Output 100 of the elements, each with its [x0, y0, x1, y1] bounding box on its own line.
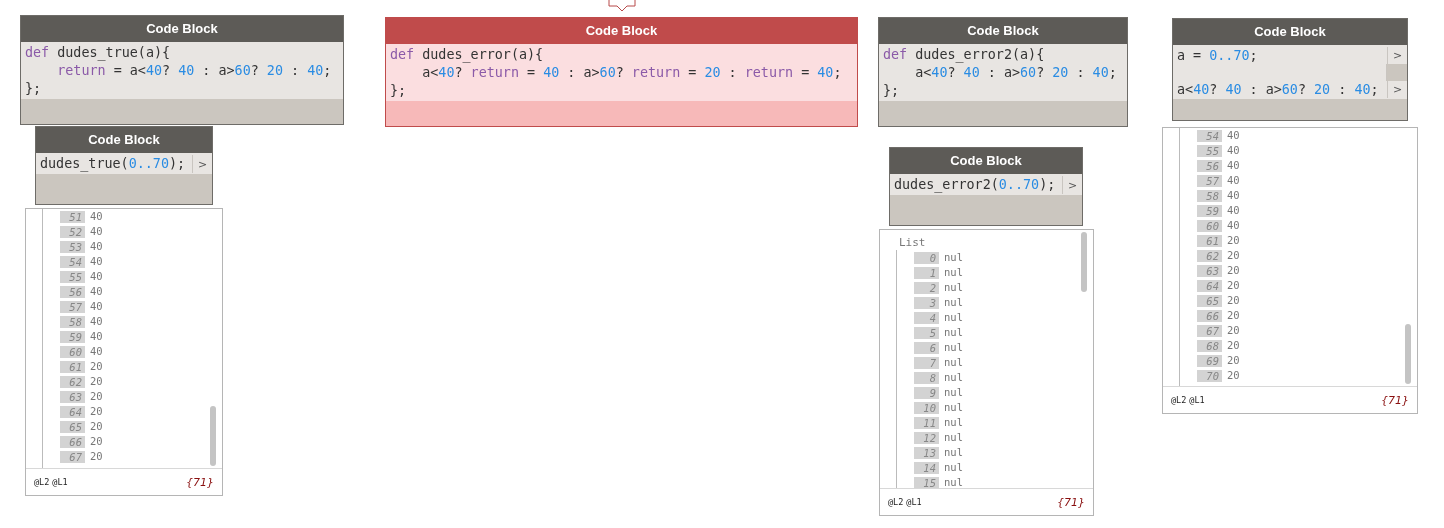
list-level-label: @L2 [34, 477, 50, 487]
item-index: 66 [1197, 309, 1222, 322]
item-index: 54 [60, 255, 85, 268]
item-count: {71} [186, 475, 214, 489]
item-value: 40 [1227, 129, 1240, 142]
item-index: 69 [1197, 354, 1222, 367]
item-value: 20 [90, 375, 103, 388]
code-block-node[interactable]: Code Block dudes_true(0..70); > [35, 126, 213, 205]
code-line: def dudes_error(a){ [389, 46, 545, 64]
item-value: nul [944, 356, 963, 369]
item-index: 51 [60, 210, 85, 223]
item-value: 20 [1227, 339, 1240, 352]
item-index: 58 [60, 315, 85, 328]
item-value: 40 [1227, 204, 1240, 217]
item-index: 11 [914, 416, 939, 429]
item-index: 13 [914, 446, 939, 459]
item-index: 7 [914, 356, 939, 369]
item-index: 64 [1197, 279, 1222, 292]
code-line: dudes_error2(0..70); [893, 176, 1057, 194]
item-index: 61 [60, 360, 85, 373]
scrollbar-thumb[interactable] [1405, 324, 1411, 384]
item-value: nul [944, 281, 963, 294]
item-value: nul [944, 341, 963, 354]
item-value: 40 [90, 240, 103, 253]
item-index: 60 [1197, 219, 1222, 232]
item-value: 40 [90, 255, 103, 268]
list-level-label: @L1 [906, 497, 922, 507]
item-index: 3 [914, 296, 939, 309]
item-value: nul [944, 476, 963, 488]
item-index: 57 [60, 300, 85, 313]
item-value: 20 [90, 405, 103, 418]
item-value: 20 [90, 360, 103, 373]
list-level-label: @L2 [888, 497, 904, 507]
list-level-label: @L1 [1189, 395, 1205, 405]
item-index: 59 [1197, 204, 1222, 217]
code-line: a<40? 40 : a>60? 20 : 40; [914, 64, 1118, 82]
item-index: 62 [1197, 249, 1222, 262]
code-block-node[interactable]: Code Block def dudes_true(a){ return = a<40? 40 : a>60? 20 : 40; }; [20, 15, 344, 125]
scrollbar-thumb[interactable] [1081, 232, 1087, 292]
item-index: 55 [60, 270, 85, 283]
code-block-node[interactable]: Code Block a = 0..70; > a<40? 40 : a>60? 20 : 40; > [1172, 18, 1408, 121]
item-value: 40 [1227, 174, 1240, 187]
code-line: }; [882, 82, 901, 100]
item-value: 40 [90, 315, 103, 328]
code-block-node[interactable]: Code Block def dudes_error(a){ a<40? return = 40 : a>60? return = 20 : return = 40; }; [385, 17, 858, 127]
item-index: 65 [60, 420, 85, 433]
item-index: 65 [1197, 294, 1222, 307]
code-line: def dudes_true(a){ [24, 44, 172, 62]
item-value: 40 [90, 285, 103, 298]
item-index: 0 [914, 251, 939, 264]
code-line: a<40? 40 : a>60? 20 : 40; [1176, 81, 1380, 98]
item-index: 59 [60, 330, 85, 343]
item-value: 20 [90, 450, 103, 463]
item-index: 8 [914, 371, 939, 384]
item-index: 66 [60, 435, 85, 448]
item-value: nul [944, 446, 963, 459]
node-title: Code Block [879, 18, 1127, 44]
item-value: nul [944, 251, 963, 264]
item-count: {71} [1381, 393, 1409, 407]
item-value: 20 [1227, 354, 1240, 367]
item-index: 1 [914, 266, 939, 279]
item-index: 54 [1197, 129, 1222, 142]
item-value: nul [944, 416, 963, 429]
code-block-node[interactable]: Code Block def dudes_error2(a){ a<40? 40 : a>60? 20 : 40; }; [878, 17, 1128, 127]
code-line: a<40? return = 40 : a>60? return = 20 : return = 40; [421, 64, 843, 82]
item-index: 14 [914, 461, 939, 474]
item-value: 20 [1227, 294, 1240, 307]
port-spacer [1386, 64, 1407, 81]
code-line: dudes_true(0..70); [39, 155, 187, 173]
item-index: 9 [914, 386, 939, 399]
item-value: 20 [1227, 309, 1240, 322]
item-value: nul [944, 326, 963, 339]
item-count: {71} [1057, 495, 1085, 509]
code-block-node[interactable]: Code Block dudes_error2(0..70); > [889, 147, 1083, 226]
item-value: 20 [90, 420, 103, 433]
item-index: 55 [1197, 144, 1222, 157]
item-value: 20 [1227, 369, 1240, 382]
item-index: 12 [914, 431, 939, 444]
code-line: return = a<40? 40 : a>60? 20 : 40; [56, 62, 333, 80]
item-index: 63 [60, 390, 85, 403]
item-index: 15 [914, 476, 939, 488]
item-value: 40 [90, 210, 103, 223]
item-value: 40 [1227, 189, 1240, 202]
item-index: 68 [1197, 339, 1222, 352]
item-index: 61 [1197, 234, 1222, 247]
item-index: 62 [60, 375, 85, 388]
item-value: 20 [90, 435, 103, 448]
item-index: 57 [1197, 174, 1222, 187]
item-value: 40 [90, 225, 103, 238]
item-value: 20 [1227, 249, 1240, 262]
scrollbar-thumb[interactable] [210, 406, 216, 466]
item-value: 40 [1227, 144, 1240, 157]
item-index: 2 [914, 281, 939, 294]
item-value: nul [944, 311, 963, 324]
item-value: 40 [90, 345, 103, 358]
item-value: nul [944, 401, 963, 414]
list-level-label: @L1 [52, 477, 68, 487]
code-line: def dudes_error2(a){ [882, 46, 1046, 64]
item-value: nul [944, 461, 963, 474]
item-value: 20 [1227, 324, 1240, 337]
